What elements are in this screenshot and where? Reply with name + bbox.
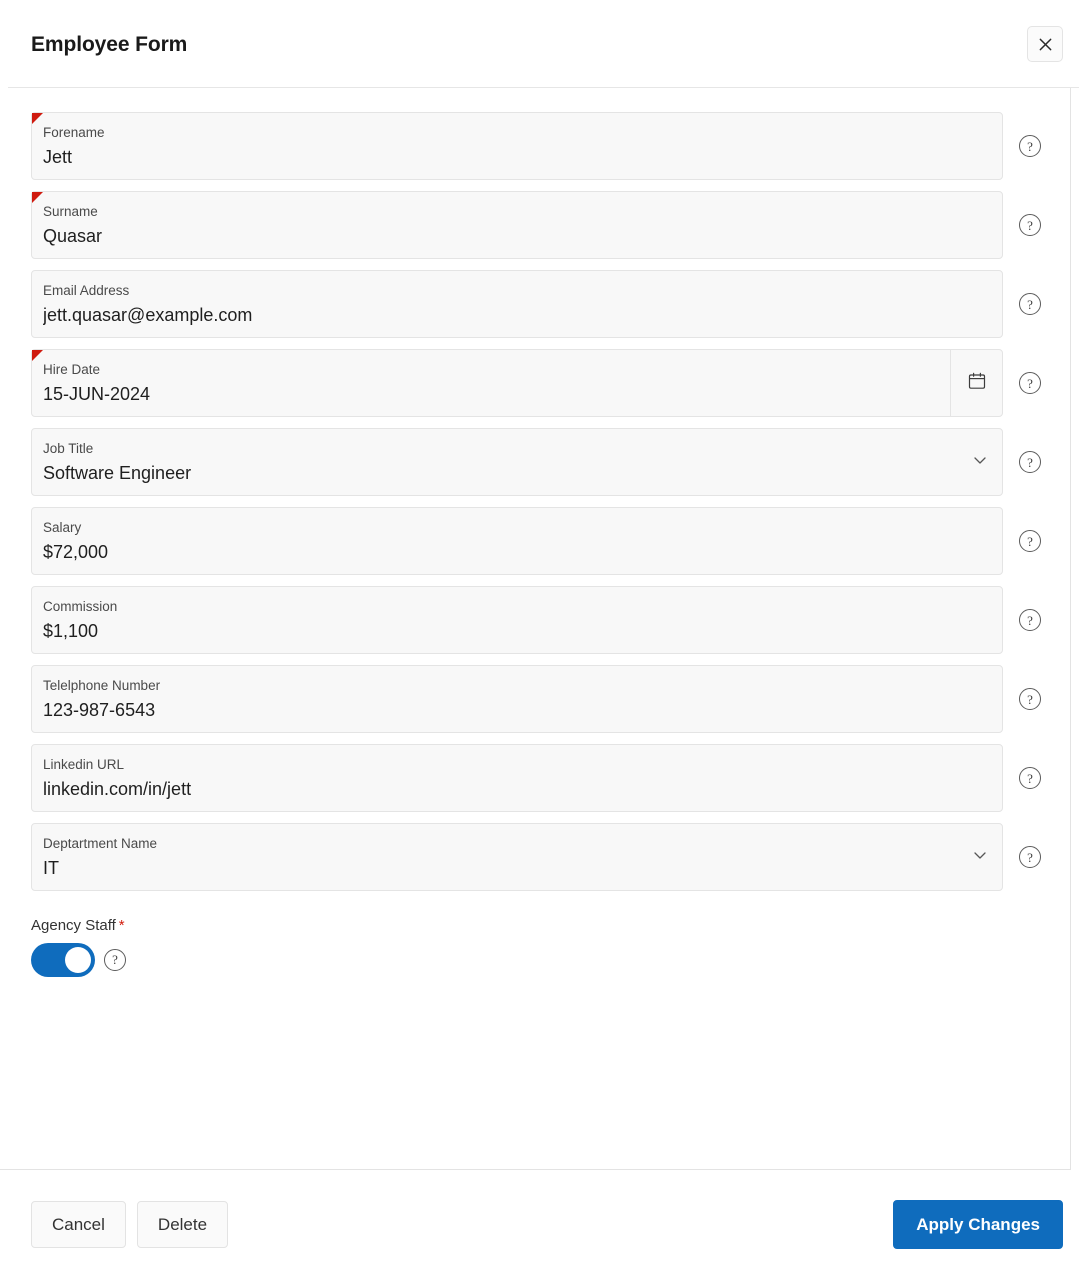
field-main-telephone-number[interactable]: Telelphone Number 123-987-6543 xyxy=(32,666,1002,732)
toggle-knob xyxy=(65,946,91,973)
calendar-icon xyxy=(967,371,987,396)
field-forename: Forename Jett? xyxy=(0,112,1070,180)
field-main-job-title[interactable]: Job Title Software Engineer xyxy=(32,429,958,495)
field-main-salary[interactable]: Salary $72,000 xyxy=(32,508,1002,574)
dialog-header: Employee Form xyxy=(0,0,1087,88)
employee-form-dialog: Employee Form Forename Jett? Surname Quasar… xyxy=(0,0,1087,1278)
footer-left-actions: Cancel Delete xyxy=(31,1200,229,1248)
field-main-email-address[interactable]: Email Address jett.quasar@example.com xyxy=(32,271,1002,337)
field-shell-department-name[interactable]: Deptartment Name IT xyxy=(31,823,1003,891)
help-button-linkedin-url[interactable]: ? xyxy=(1003,744,1057,812)
delete-button[interactable]: Delete xyxy=(136,1200,229,1248)
agency-staff-help-icon[interactable]: ? xyxy=(104,948,126,971)
field-shell-commission[interactable]: Commission $1,100 xyxy=(31,586,1003,654)
field-shell-email-address[interactable]: Email Address jett.quasar@example.com xyxy=(31,270,1003,338)
field-telephone-number: Telelphone Number 123-987-6543? xyxy=(0,665,1070,733)
question-mark-icon: ? xyxy=(104,948,126,971)
agency-staff-toggle[interactable] xyxy=(31,942,95,977)
dropdown-toggle-job-title[interactable] xyxy=(958,429,1002,495)
field-shell-forename[interactable]: Forename Jett xyxy=(31,112,1003,180)
field-label-salary: Salary xyxy=(43,519,82,535)
field-agency-staff: Agency Staff * ? xyxy=(0,902,1070,977)
field-value-linkedin-url[interactable]: linkedin.com/in/jett xyxy=(43,778,988,801)
field-department-name: Deptartment Name IT? xyxy=(0,823,1070,891)
question-mark-icon: ? xyxy=(1019,688,1041,710)
help-button-forename[interactable]: ? xyxy=(1003,112,1057,180)
field-surname: Surname Quasar? xyxy=(0,191,1070,259)
fields-container: Forename Jett? Surname Quasar? Email Address… xyxy=(0,112,1070,891)
agency-staff-control-wrap: ? xyxy=(31,942,126,977)
footer-right-actions: Apply Changes xyxy=(893,1199,1063,1249)
field-value-surname[interactable]: Quasar xyxy=(43,225,988,248)
question-mark-icon: ? xyxy=(1019,846,1041,868)
field-shell-linkedin-url[interactable]: Linkedin URL linkedin.com/in/jett xyxy=(31,744,1003,812)
field-salary: Salary $72,000? xyxy=(0,507,1070,575)
required-asterisk: * xyxy=(118,917,125,934)
help-button-surname[interactable]: ? xyxy=(1003,191,1057,259)
question-mark-icon: ? xyxy=(1019,451,1041,473)
field-shell-hire-date[interactable]: Hire Date 15-JUN-2024 xyxy=(31,349,1003,417)
field-hire-date: Hire Date 15-JUN-2024? xyxy=(0,349,1070,417)
field-label-email-address: Email Address xyxy=(43,282,130,298)
field-label-department-name: Deptartment Name xyxy=(43,835,158,851)
calendar-picker-button-hire-date[interactable] xyxy=(950,350,1002,416)
field-main-surname[interactable]: Surname Quasar xyxy=(32,192,1002,258)
help-button-salary[interactable]: ? xyxy=(1003,507,1057,575)
question-mark-icon: ? xyxy=(1019,609,1041,631)
field-shell-surname[interactable]: Surname Quasar xyxy=(31,191,1003,259)
help-button-department-name[interactable]: ? xyxy=(1003,823,1057,891)
apply-changes-button[interactable]: Apply Changes xyxy=(893,1199,1063,1249)
field-label-surname: Surname xyxy=(43,203,98,219)
help-button-telephone-number[interactable]: ? xyxy=(1003,665,1057,733)
field-commission: Commission $1,100? xyxy=(0,586,1070,654)
help-button-job-title[interactable]: ? xyxy=(1003,428,1057,496)
page-title: Employee Form xyxy=(31,32,188,56)
close-icon xyxy=(1038,37,1053,52)
field-job-title: Job Title Software Engineer? xyxy=(0,428,1070,496)
field-value-forename[interactable]: Jett xyxy=(43,146,988,169)
field-main-commission[interactable]: Commission $1,100 xyxy=(32,587,1002,653)
field-label-job-title: Job Title xyxy=(43,440,94,456)
question-mark-icon: ? xyxy=(1019,135,1041,157)
question-mark-icon: ? xyxy=(1019,372,1041,394)
form-body: Forename Jett? Surname Quasar? Email Address… xyxy=(0,88,1071,1170)
field-value-commission[interactable]: $1,100 xyxy=(43,620,988,643)
help-button-hire-date[interactable]: ? xyxy=(1003,349,1057,417)
help-button-email-address[interactable]: ? xyxy=(1003,270,1057,338)
field-main-hire-date[interactable]: Hire Date 15-JUN-2024 xyxy=(32,350,950,416)
field-label-forename: Forename xyxy=(43,124,105,140)
field-value-email-address[interactable]: jett.quasar@example.com xyxy=(43,304,988,327)
field-label-linkedin-url: Linkedin URL xyxy=(43,756,125,772)
question-mark-icon: ? xyxy=(1019,530,1041,552)
field-label-commission: Commission xyxy=(43,598,118,614)
close-button[interactable] xyxy=(1027,26,1063,62)
field-main-forename[interactable]: Forename Jett xyxy=(32,113,1002,179)
field-label-hire-date: Hire Date xyxy=(43,361,101,377)
cancel-button[interactable]: Cancel xyxy=(31,1200,126,1248)
field-main-linkedin-url[interactable]: Linkedin URL linkedin.com/in/jett xyxy=(32,745,1002,811)
field-value-job-title[interactable]: Software Engineer xyxy=(43,462,944,485)
chevron-down-icon xyxy=(971,451,989,474)
field-shell-salary[interactable]: Salary $72,000 xyxy=(31,507,1003,575)
agency-staff-label: Agency Staff * xyxy=(31,917,125,935)
field-value-hire-date[interactable]: 15-JUN-2024 xyxy=(43,383,936,406)
field-email-address: Email Address jett.quasar@example.com? xyxy=(0,270,1070,338)
field-shell-telephone-number[interactable]: Telelphone Number 123-987-6543 xyxy=(31,665,1003,733)
field-value-salary[interactable]: $72,000 xyxy=(43,541,988,564)
field-linkedin-url: Linkedin URL linkedin.com/in/jett? xyxy=(0,744,1070,812)
field-value-telephone-number[interactable]: 123-987-6543 xyxy=(43,699,988,722)
field-label-telephone-number: Telelphone Number xyxy=(43,677,161,693)
dialog-footer: Cancel Delete Apply Changes xyxy=(0,1170,1087,1278)
field-shell-job-title[interactable]: Job Title Software Engineer xyxy=(31,428,1003,496)
chevron-down-icon xyxy=(971,846,989,869)
question-mark-icon: ? xyxy=(1019,214,1041,236)
question-mark-icon: ? xyxy=(1019,767,1041,789)
dropdown-toggle-department-name[interactable] xyxy=(958,824,1002,890)
agency-staff-label-text: Agency Staff xyxy=(31,917,116,934)
field-value-department-name[interactable]: IT xyxy=(43,857,944,880)
help-button-commission[interactable]: ? xyxy=(1003,586,1057,654)
question-mark-icon: ? xyxy=(1019,293,1041,315)
field-main-department-name[interactable]: Deptartment Name IT xyxy=(32,824,958,890)
